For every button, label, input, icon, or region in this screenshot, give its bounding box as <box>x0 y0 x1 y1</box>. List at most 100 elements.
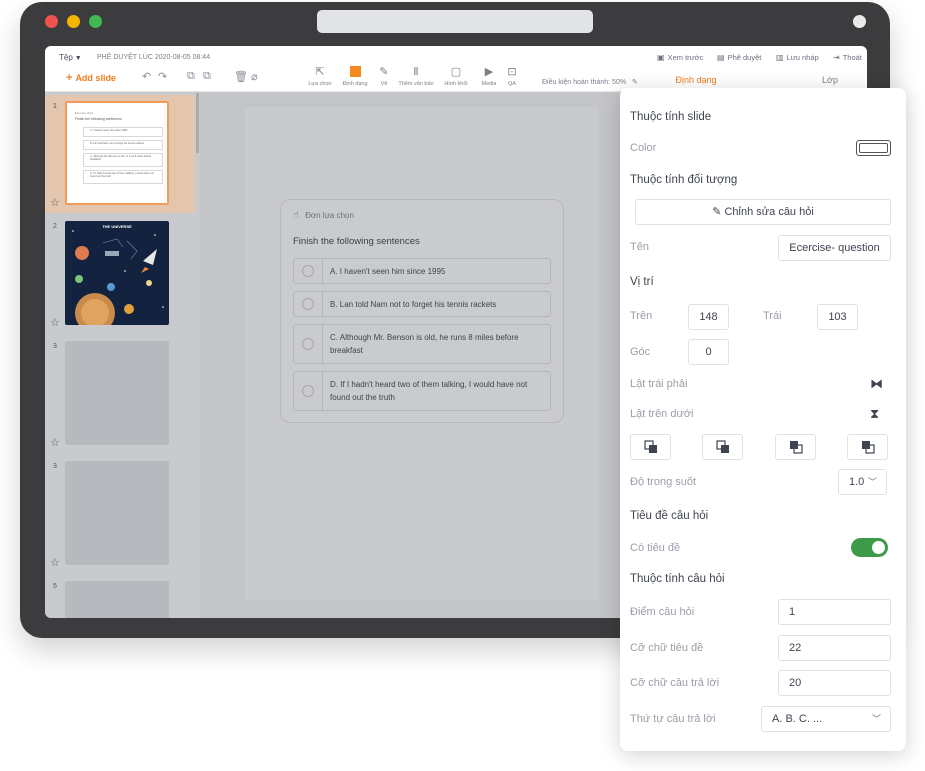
slide-thumbnail[interactable]: THE UNIVERSE <box>65 221 169 325</box>
answer-size-label: Cỡ chữ câu trả lời <box>630 677 720 689</box>
bring-to-front-button[interactable] <box>630 434 671 460</box>
star-icon[interactable]: ☆ <box>50 196 60 209</box>
minimize-window-dot[interactable] <box>67 15 80 28</box>
question-title: Finish the following sentences <box>293 236 420 247</box>
bring-forward-button[interactable] <box>702 434 743 460</box>
question-type-label: Đơn lựa chọn <box>305 211 354 220</box>
question-card[interactable]: ☝ Đơn lựa chọn Finish the following sente… <box>280 199 564 423</box>
slide-thumbnail[interactable] <box>65 581 169 618</box>
mini-option: A. I haven't seen him since 1995 <box>83 127 163 137</box>
option-divider <box>322 259 323 283</box>
radio-button[interactable] <box>302 298 314 310</box>
slide-thumbnail[interactable] <box>65 341 169 445</box>
star-icon[interactable]: ☆ <box>50 316 60 329</box>
left-field[interactable]: 103 <box>817 304 858 330</box>
redo-icon[interactable]: ↷ <box>158 70 167 83</box>
answer-size-field[interactable]: 20 <box>778 670 891 696</box>
top-field[interactable]: 148 <box>688 304 729 330</box>
slide-thumb-row[interactable]: 5 <box>45 575 195 618</box>
paste-icon[interactable]: ⧉ <box>203 70 211 83</box>
edit-question-button[interactable]: ✎ Chỉnh sửa câu hỏi <box>635 199 891 225</box>
copy-icon[interactable]: ⧉ <box>187 70 195 83</box>
answer-order-label: Thứ tự câu trả lời <box>630 713 716 725</box>
undo-icon[interactable]: ↶ <box>142 70 151 83</box>
add-slide-label: Add slide <box>75 73 116 83</box>
answer-order-select[interactable]: A. B. C. ... ﹀ <box>761 706 891 732</box>
score-field[interactable]: 1 <box>778 599 891 625</box>
score-label: Điểm câu hỏi <box>630 606 695 618</box>
name-label: Tên <box>630 241 649 253</box>
send-to-back-icon <box>862 441 875 454</box>
slide-stage[interactable]: ☝ Đơn lựa chọn Finish the following sente… <box>245 107 598 600</box>
answer-option[interactable]: D. If I hadn't heard two of them talking… <box>293 371 551 411</box>
option-divider <box>322 292 323 316</box>
star-icon[interactable]: ☆ <box>50 436 60 449</box>
mini-question-title: Finish the following sentences <box>75 117 122 121</box>
address-bar[interactable] <box>317 10 593 33</box>
answer-option[interactable]: C. Although Mr. Benson is old, he runs 8… <box>293 324 551 364</box>
approve-button[interactable]: ▤ Phê duyệt <box>717 53 761 62</box>
save-status: PHÊ DUYỆT LÚC 2020-08-05 08:44 <box>97 54 211 61</box>
preview-button[interactable]: ▣ Xem trước <box>657 53 703 62</box>
slide-thumb-row[interactable]: 3 ☆ <box>45 335 195 453</box>
slide-color-picker[interactable] <box>856 140 891 156</box>
edit-pencil-icon: ✎ <box>632 79 638 86</box>
send-backward-button[interactable] <box>775 434 816 460</box>
left-label: Trái <box>763 310 782 322</box>
star-icon[interactable]: ☆ <box>50 556 60 569</box>
sidebar-scrollbar[interactable] <box>196 93 199 153</box>
top-toolbar: Tệp ▼ PHÊ DUYỆT LÚC 2020-08-05 08:44 + Add… <box>45 46 867 92</box>
slide-thumbnail[interactable]: Đơn lựa chọn Finish the following senten… <box>65 101 169 205</box>
color-label: Color <box>630 142 657 154</box>
close-window-dot[interactable] <box>45 15 58 28</box>
slide-number: 3 <box>53 463 57 470</box>
completion-condition[interactable]: Điều kiện hoàn thành: 50% ✎ <box>542 78 638 86</box>
answer-text: C. Although Mr. Benson is old, he runs 8… <box>330 333 519 355</box>
object-properties-heading: Thuộc tính đối tượng <box>630 174 738 186</box>
tab-format[interactable]: Định dạng <box>641 75 751 85</box>
add-slide-button[interactable]: + Add slide <box>66 72 116 84</box>
tool-draw-label: Vẽ <box>380 81 388 87</box>
tool-draw[interactable]: ✎ Vẽ <box>366 66 402 87</box>
answer-option[interactable]: A. I haven't seen him since 1995 <box>293 258 551 284</box>
flip-vertical-icon[interactable]: ⧗ <box>870 406 879 422</box>
has-title-toggle[interactable] <box>851 538 888 557</box>
slide-number: 2 <box>53 223 57 230</box>
file-menu[interactable]: Tệp ▼ <box>59 53 82 62</box>
radio-button[interactable] <box>302 385 314 397</box>
opacity-label: Độ trong suốt <box>630 476 697 488</box>
bring-forward-icon <box>716 440 729 453</box>
tool-select[interactable]: ⇱ Lựa chọn <box>302 66 338 87</box>
save-draft-button[interactable]: ▥ Lưu nháp <box>776 53 819 62</box>
radio-button[interactable] <box>302 265 314 277</box>
tab-layer[interactable]: Lớp <box>780 75 867 85</box>
camera-dot <box>853 15 866 28</box>
tool-shapes[interactable]: ▢ Hình khối <box>438 66 474 87</box>
tool-add-text[interactable]: Ⅱ Thêm văn bản <box>398 66 434 87</box>
answer-option[interactable]: B. Lan told Nam not to forget his tennis… <box>293 291 551 317</box>
top-label: Trên <box>630 310 653 322</box>
slide-thumb-row[interactable]: 2 THE UNIVERSE ☆ <box>45 215 195 333</box>
angle-field[interactable]: 0 <box>688 339 729 365</box>
delete-icon[interactable]: 🗑 <box>234 70 248 83</box>
hand-pointer-icon: ☝ <box>293 210 300 221</box>
mini-option: B. Lan told Nam not to forget his tennis… <box>83 140 163 150</box>
send-to-back-button[interactable] <box>847 434 888 460</box>
slide-thumb-row[interactable]: 1 Đơn lựa chọn Finish the following sent… <box>45 95 195 213</box>
exit-button[interactable]: ⇥ Thoát <box>833 53 862 62</box>
tool-qa[interactable]: ⊡ QA <box>494 66 530 87</box>
mini-question-type: Đơn lựa chọn <box>75 111 94 115</box>
maximize-window-dot[interactable] <box>89 15 102 28</box>
clear-format-icon[interactable]: ⌀ <box>251 70 258 83</box>
title-size-label: Cỡ chữ tiêu đề <box>630 642 704 654</box>
name-field[interactable]: Ecercise- question <box>778 235 891 261</box>
approve-label: Phê duyệt <box>727 53 762 62</box>
answer-text: A. I haven't seen him since 1995 <box>330 267 446 276</box>
slide-thumbnail[interactable] <box>65 461 169 565</box>
flip-horizontal-icon[interactable]: ⧓ <box>870 376 883 392</box>
opacity-select[interactable]: 1.0 ﹀ <box>838 469 887 495</box>
radio-button[interactable] <box>302 338 314 350</box>
position-heading: Vị trí <box>630 276 654 288</box>
title-size-field[interactable]: 22 <box>778 635 891 661</box>
slide-thumb-row[interactable]: 3 ☆ <box>45 455 195 573</box>
